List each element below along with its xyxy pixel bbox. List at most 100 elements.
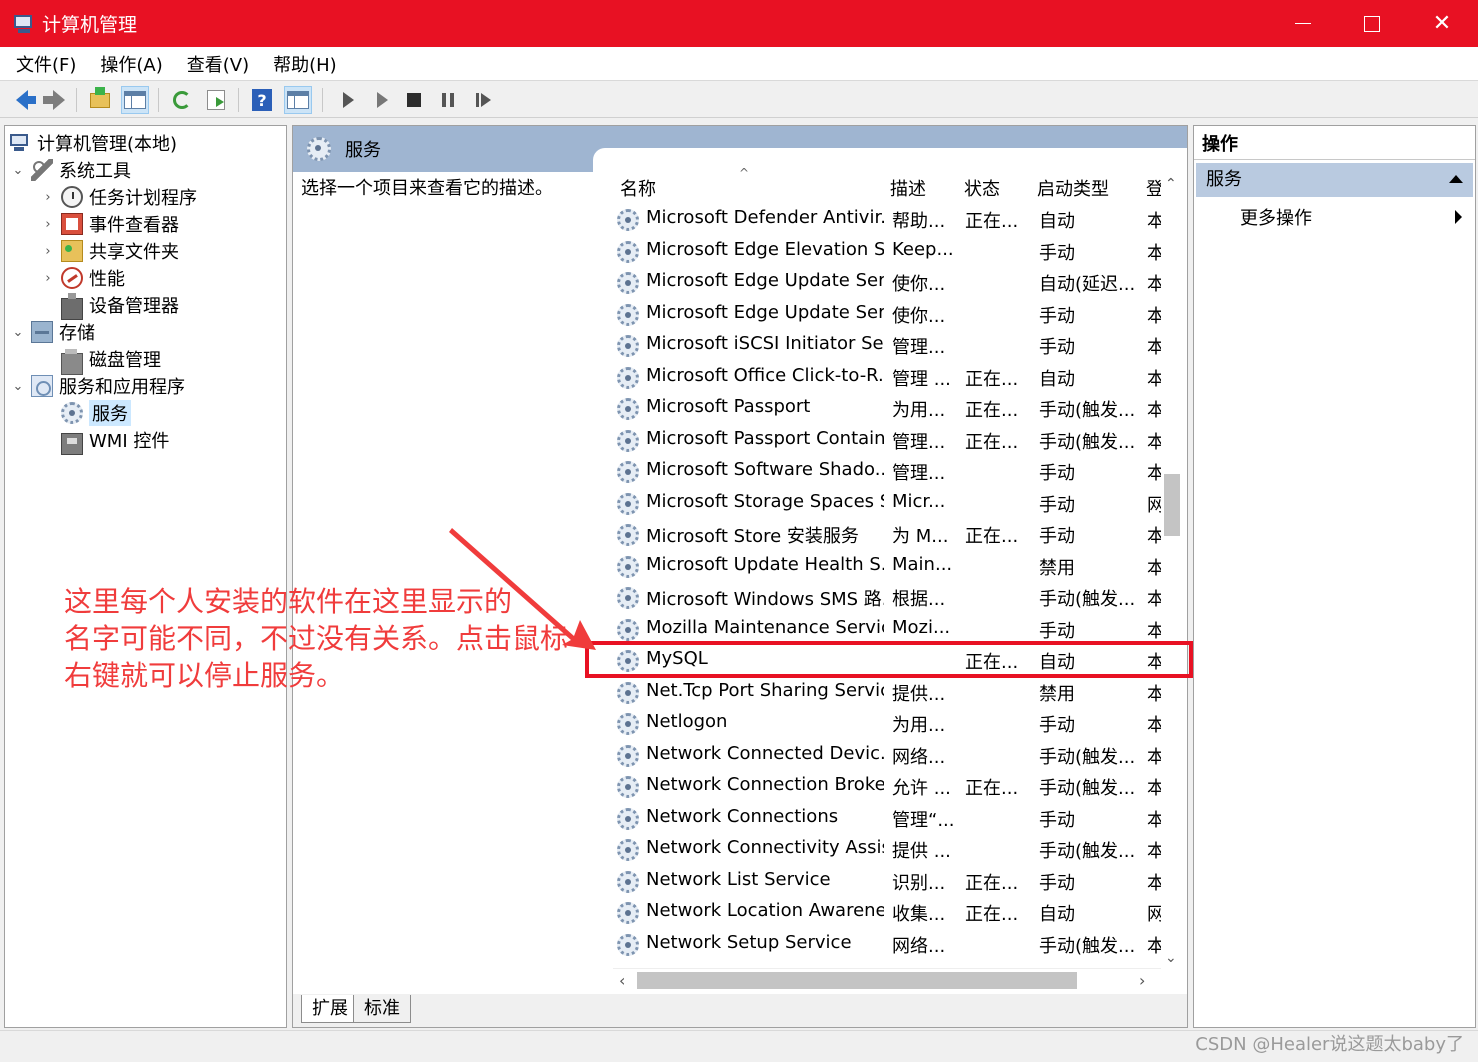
service-row[interactable]: Microsoft Defender Antivir... 帮助... 正在... 自… — [613, 204, 1163, 236]
chevron-right-icon[interactable]: › — [41, 190, 55, 205]
service-row[interactable]: Microsoft Software Shado... 管理... 手动本 — [613, 456, 1163, 488]
forward-button[interactable] — [40, 86, 68, 114]
chevron-down-icon[interactable]: ⌄ — [11, 325, 25, 340]
tree-item-event-viewer[interactable]: › 事件查看器 — [41, 211, 179, 237]
horizontal-scroll-thumb[interactable] — [637, 972, 1077, 989]
service-name: Network Connectivity Assis... — [646, 837, 884, 858]
service-row[interactable]: Network Connections 管理“... 手动本 — [613, 803, 1163, 835]
service-row[interactable]: Microsoft iSCSI Initiator Ser... 管理... 手动本 — [613, 330, 1163, 362]
column-header-startup-type[interactable]: 启动类型 — [1037, 175, 1109, 201]
scroll-left-icon[interactable]: ‹ — [619, 971, 625, 990]
vertical-scroll-thumb[interactable] — [1164, 474, 1180, 536]
service-description-cell: 网络... — [892, 935, 946, 957]
vertical-scrollbar[interactable]: ⌃ ⌄ — [1161, 172, 1183, 994]
properties-button[interactable] — [284, 86, 312, 114]
tree-item-label: 系统工具 — [59, 161, 131, 182]
more-actions-link[interactable]: 更多操作 — [1240, 204, 1312, 230]
service-name: Microsoft Update Health S... — [646, 553, 884, 575]
submenu-arrow-icon[interactable] — [1455, 210, 1462, 224]
chevron-down-icon[interactable]: ⌄ — [11, 163, 25, 178]
collapse-up-icon[interactable] — [1449, 175, 1463, 183]
back-button[interactable] — [8, 86, 36, 114]
gear-icon — [617, 240, 639, 263]
tree-item-services-apps[interactable]: ⌄ 服务和应用程序 — [11, 373, 185, 399]
service-row[interactable]: Microsoft Windows SMS 路... 根据... 手动(触发... 本 — [613, 582, 1163, 614]
menu-file[interactable]: 文件(F) — [0, 51, 88, 77]
menu-help[interactable]: 帮助(H) — [261, 51, 349, 77]
service-row[interactable]: Network Setup Service 网络... 手动(触发... 本 — [613, 929, 1163, 961]
close-button[interactable]: ✕ — [1407, 0, 1477, 47]
tree-item-device-manager[interactable]: 设备管理器 — [61, 292, 179, 320]
service-row[interactable]: Net.Tcp Port Sharing Service 提供... 禁用本 — [613, 677, 1163, 709]
tree-item-system-tools[interactable]: ⌄ 系统工具 — [11, 157, 131, 183]
minimize-button[interactable] — [1268, 0, 1338, 47]
scroll-up-icon[interactable]: ⌃ — [1165, 176, 1177, 192]
service-row[interactable]: Microsoft Storage Spaces S... Micr... 手动网 — [613, 488, 1163, 520]
maximize-button[interactable] — [1337, 0, 1407, 47]
refresh-button[interactable] — [168, 86, 196, 114]
service-row[interactable]: Network Location Awarene... 收集... 正在... 自动网 — [613, 897, 1163, 929]
service-row[interactable]: Network Connected Devic... 网络... 手动(触发... 本 — [613, 740, 1163, 772]
chevron-right-icon[interactable]: › — [41, 217, 55, 232]
column-header-name[interactable]: 名称 — [620, 175, 656, 201]
service-description-cell: 网络... — [892, 746, 946, 768]
column-header-logon[interactable]: 登 — [1146, 175, 1162, 201]
chevron-right-icon[interactable]: › — [41, 271, 55, 286]
start-service-button[interactable] — [334, 86, 362, 114]
tree-item-shared-folders[interactable]: › 共享文件夹 — [41, 238, 179, 264]
column-header-status[interactable]: 状态 — [964, 175, 1000, 201]
tab-extended[interactable]: 扩展 — [301, 995, 359, 1023]
horizontal-scrollbar[interactable]: ‹ › — [613, 968, 1161, 992]
tree-root[interactable]: 计算机管理(本地) — [9, 130, 177, 156]
service-row[interactable]: Microsoft Passport Container 管理... 正在... 手动… — [613, 425, 1163, 457]
service-row[interactable]: Microsoft Edge Elevation S... Keep... 手动本 — [613, 236, 1163, 268]
up-folder-button[interactable] — [86, 86, 114, 114]
service-row[interactable]: Microsoft Store 安装服务为 M... 正在... 手动本 — [613, 519, 1163, 551]
menu-action[interactable]: 操作(A) — [88, 51, 174, 77]
service-row[interactable]: Network Connectivity Assis... 提供 ... 手动(触发… — [613, 834, 1163, 866]
maximize-icon — [1364, 15, 1380, 32]
service-startup-type: 手动 — [1039, 620, 1075, 642]
scroll-down-icon[interactable]: ⌄ — [1165, 950, 1177, 966]
actions-section-services[interactable]: 服务 — [1196, 163, 1473, 197]
chevron-right-icon[interactable]: › — [41, 244, 55, 259]
start-service-alt-button[interactable] — [368, 86, 396, 114]
service-row[interactable]: Microsoft Passport 为用... 正在... 手动(触发... 本 — [613, 393, 1163, 425]
show-hide-tree-button[interactable] — [121, 86, 149, 114]
service-name: Microsoft Storage Spaces S... — [646, 490, 884, 512]
scroll-right-icon[interactable]: › — [1139, 971, 1145, 990]
service-row[interactable]: Network Connection Broker 允许 ... 正在... 手动(触… — [613, 771, 1163, 803]
clock-icon — [61, 186, 83, 208]
service-row[interactable]: Microsoft Office Click-to-R... 管理 ... 正在..… — [613, 362, 1163, 394]
tree-item-label: 事件查看器 — [89, 215, 179, 236]
service-name: Microsoft Defender Antivir... — [646, 207, 884, 228]
tree-item-storage[interactable]: ⌄ 存储 — [11, 319, 95, 345]
tree-item-services[interactable]: 服务 — [61, 400, 131, 426]
service-row[interactable]: Network List Service 识别... 正在... 手动本 — [613, 866, 1163, 898]
service-status: 正在... — [965, 368, 1019, 390]
column-header-description[interactable]: 描述 — [890, 175, 926, 201]
restart-service-button[interactable] — [469, 86, 497, 114]
stop-service-icon — [407, 93, 421, 107]
service-row[interactable]: Microsoft Update Health S... Main... 禁用本 — [613, 551, 1163, 583]
toolbar-separator — [158, 88, 159, 112]
tree-item-performance[interactable]: › 性能 — [41, 265, 125, 291]
annotation-line: 这里每个人安装的软件在这里显示的 — [64, 585, 513, 618]
service-row[interactable]: Netlogon 为用... 手动本 — [613, 708, 1163, 740]
service-row[interactable]: Microsoft Edge Update Ser... 使你... 自动(延迟..… — [613, 267, 1163, 299]
chevron-down-icon[interactable]: ⌄ — [11, 379, 25, 394]
pause-service-button[interactable] — [434, 86, 462, 114]
service-name: Microsoft Passport Container — [646, 427, 884, 449]
export-list-button[interactable] — [202, 86, 230, 114]
disk-icon — [61, 349, 83, 375]
service-startup-type: 自动 — [1039, 211, 1075, 232]
menu-view[interactable]: 查看(V) — [175, 51, 261, 77]
service-row[interactable]: Microsoft Edge Update Ser... 使你... 手动本 — [613, 299, 1163, 331]
stop-service-button[interactable] — [400, 86, 428, 114]
list-area-notch — [593, 148, 1187, 172]
tab-standard[interactable]: 标准 — [353, 995, 411, 1023]
tree-item-disk-management[interactable]: 磁盘管理 — [61, 346, 161, 375]
help-button[interactable]: ? — [248, 86, 276, 114]
tree-item-task-scheduler[interactable]: › 任务计划程序 — [41, 184, 197, 210]
tree-item-wmi[interactable]: WMI 控件 — [61, 427, 169, 455]
